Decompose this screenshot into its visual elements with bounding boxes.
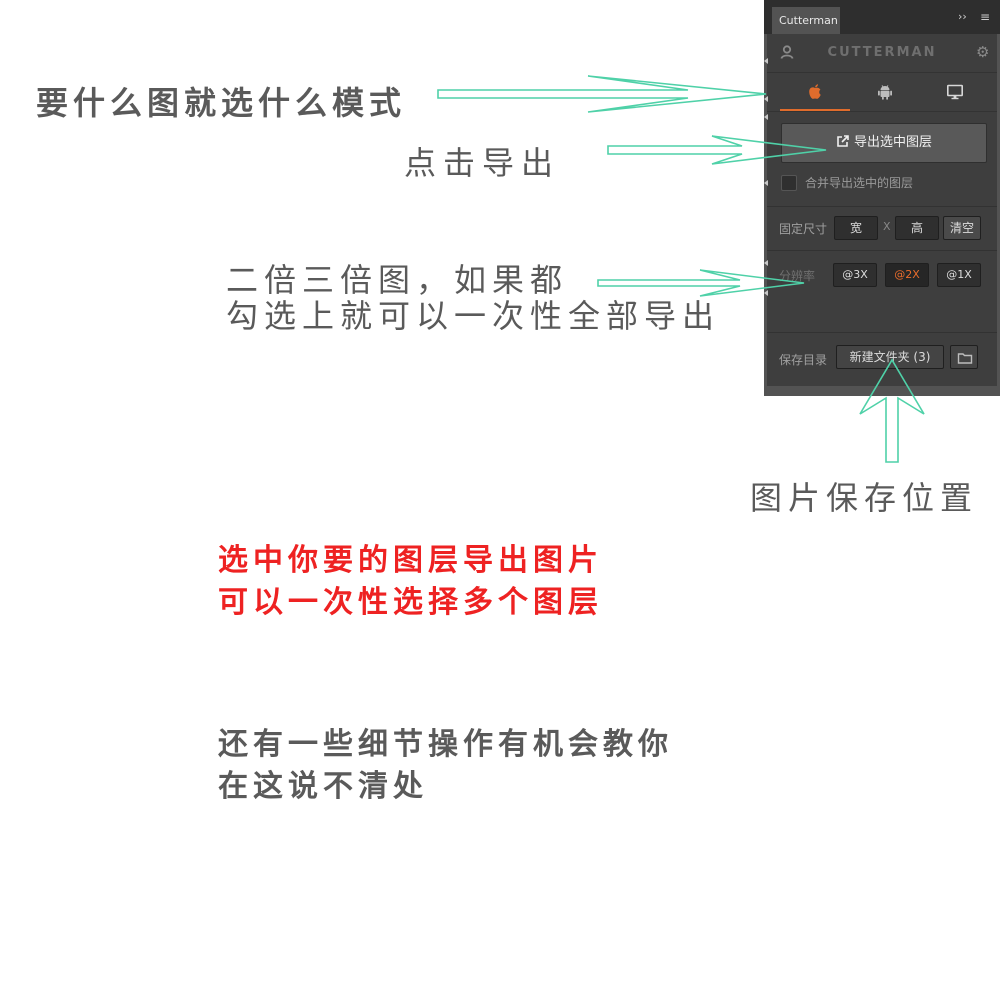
panel-header: CUTTERMAN ⚙	[767, 34, 997, 73]
panel-edge-marker	[764, 96, 768, 102]
export-button-label: 导出选中图层	[853, 135, 932, 150]
scale-annotation: 二倍三倍图，如果都 勾选上就可以一次性全部导出	[226, 262, 720, 334]
panel-edge-marker	[764, 180, 768, 186]
browse-folder-button[interactable]	[950, 345, 978, 369]
height-field[interactable]: 高	[895, 216, 939, 240]
scale-2x-toggle[interactable]: @2X	[885, 263, 929, 287]
panel-edge-marker	[764, 58, 768, 64]
size-separator: X	[883, 220, 891, 233]
export-annotation: 点击导出	[404, 144, 561, 182]
tab-ios[interactable]	[780, 73, 850, 111]
panel-menu-icon[interactable]: ≡	[980, 10, 990, 24]
mode-annotation: 要什么图就选什么模式	[36, 84, 407, 122]
panel-body: CUTTERMAN ⚙ 导出选中图层 合并导出选中的图层 固定尺寸 宽 X 高 …	[764, 34, 997, 386]
arrow-to-mode-tabs	[437, 75, 767, 113]
folder-icon	[957, 353, 973, 364]
export-selected-layers-button[interactable]: 导出选中图层	[781, 123, 987, 163]
scale-annotation-line-1: 二倍三倍图，如果都	[226, 261, 569, 299]
cutterman-panel: Cutterman ›› ≡ CUTTERMAN ⚙ 导出选中图层 合并导出选中…	[764, 0, 1000, 396]
tab-desktop[interactable]	[920, 73, 990, 111]
mode-tabs	[767, 73, 997, 112]
merge-export-checkbox[interactable]	[781, 175, 797, 191]
detail-annotation-line-1: 还有一些细节操作有机会教你	[218, 727, 673, 762]
desktop-icon	[946, 84, 963, 100]
scale-1x-toggle[interactable]: @1X	[937, 263, 981, 287]
select-annotation-line-1: 选中你要的图层导出图片	[218, 543, 603, 578]
scale-annotation-line-2: 勾选上就可以一次性全部导出	[226, 297, 721, 335]
save-location-annotation: 图片保存位置	[750, 479, 979, 517]
gear-icon[interactable]: ⚙	[976, 43, 989, 61]
divider	[767, 206, 997, 207]
save-folder-name[interactable]: 新建文件夹 (3)	[836, 345, 944, 369]
brand-title: CUTTERMAN	[827, 45, 937, 60]
panel-edge-marker	[764, 260, 768, 266]
panel-tab-bar: Cutterman ›› ≡	[764, 0, 1000, 34]
select-layers-annotation: 选中你要的图层导出图片 可以一次性选择多个图层	[218, 540, 603, 624]
detail-annotation-line-2: 在这说不清处	[218, 769, 428, 804]
fixed-size-label: 固定尺寸	[779, 222, 828, 236]
android-icon	[878, 85, 892, 100]
panel-edge-marker	[764, 114, 768, 120]
panel-edge-marker	[764, 290, 768, 296]
details-annotation: 还有一些细节操作有机会教你 在这说不清处	[218, 724, 673, 808]
apple-icon	[809, 84, 821, 99]
width-field[interactable]: 宽	[834, 216, 878, 240]
external-export-icon	[837, 135, 849, 147]
clear-size-button[interactable]: 清空	[943, 216, 981, 240]
scale-3x-toggle[interactable]: @3X	[833, 263, 877, 287]
divider	[767, 250, 997, 251]
expand-panel-icon[interactable]: ››	[958, 10, 967, 24]
select-annotation-line-2: 可以一次性选择多个图层	[218, 585, 603, 620]
resolution-label: 分辨率	[779, 269, 816, 283]
divider	[767, 332, 997, 333]
tab-android[interactable]	[850, 73, 920, 111]
merge-export-label: 合并导出选中的图层	[805, 176, 914, 190]
panel-tab-cutterman[interactable]: Cutterman	[772, 7, 840, 34]
save-directory-label: 保存目录	[779, 353, 828, 367]
